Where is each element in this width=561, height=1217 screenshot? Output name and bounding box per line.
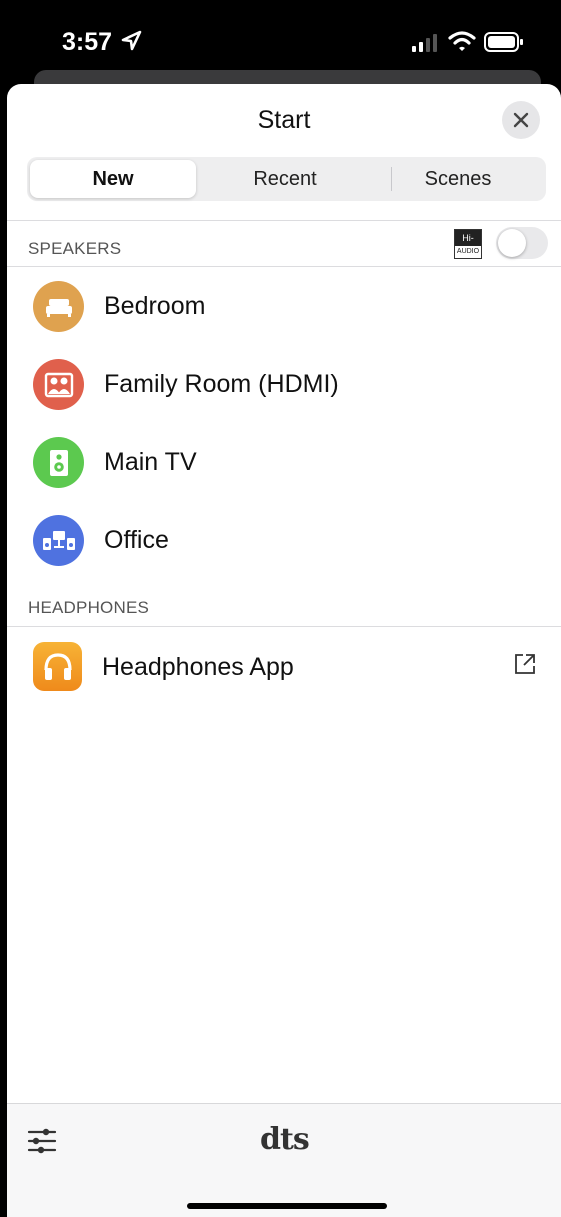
sheet-title: Start: [257, 106, 311, 134]
speaker-item-label: Office: [104, 526, 169, 554]
speaker-item-label: Family Room (HDMI): [104, 370, 339, 398]
tab-scenes[interactable]: Scenes: [372, 157, 544, 201]
segmented-control: New Recent Scenes: [27, 157, 546, 201]
bottom-bar: dts: [7, 1103, 561, 1217]
hires-badge-top: Hi-Res: [455, 230, 481, 259]
status-time: 3:57: [62, 28, 113, 56]
tab-new[interactable]: New: [30, 160, 196, 198]
office-speakers-icon: [33, 515, 84, 566]
speaker-item-bedroom[interactable]: Bedroom: [7, 271, 561, 341]
speaker-item-label: Bedroom: [104, 292, 206, 320]
home-indicator: [187, 1203, 387, 1209]
external-link-icon[interactable]: [513, 652, 537, 676]
hires-badge-bottom: AUDIO: [456, 248, 480, 255]
divider: [7, 626, 561, 627]
battery-icon: [484, 32, 523, 52]
speakers-section-header: SPEAKERS: [28, 239, 122, 258]
speaker-item-label: Main TV: [104, 448, 197, 476]
speaker-item-main-tv[interactable]: Main TV: [7, 427, 561, 497]
speaker-item-office[interactable]: Office: [7, 505, 561, 575]
hires-audio-toggle[interactable]: [496, 227, 548, 259]
headphones-section-header: HEADPHONES: [28, 598, 150, 617]
start-sheet: Start New Recent Scenes SPEAKERS Hi-Res …: [7, 84, 561, 1217]
tab-recent[interactable]: Recent: [200, 157, 370, 201]
location-arrow-icon: [121, 30, 142, 51]
toggle-knob: [498, 229, 526, 257]
hires-audio-badge: Hi-Res AUDIO: [454, 229, 482, 259]
wifi-icon: [448, 31, 476, 51]
headphones-app-item[interactable]: Headphones App: [7, 632, 561, 702]
divider: [7, 266, 561, 267]
close-button[interactable]: [502, 101, 540, 139]
status-bar: 3:57: [0, 0, 561, 80]
bed-icon: [33, 281, 84, 332]
cellular-signal-icon: [412, 34, 437, 52]
headphones-app-label: Headphones App: [102, 653, 294, 681]
divider: [7, 220, 561, 221]
dts-logo: dts: [260, 1122, 310, 1157]
close-icon: [513, 112, 529, 128]
sliders-icon[interactable]: [27, 1126, 57, 1156]
speaker-item-family-room[interactable]: Family Room (HDMI): [7, 349, 561, 419]
speaker-icon: [33, 437, 84, 488]
family-room-icon: [33, 359, 84, 410]
headphones-icon: [33, 642, 82, 691]
